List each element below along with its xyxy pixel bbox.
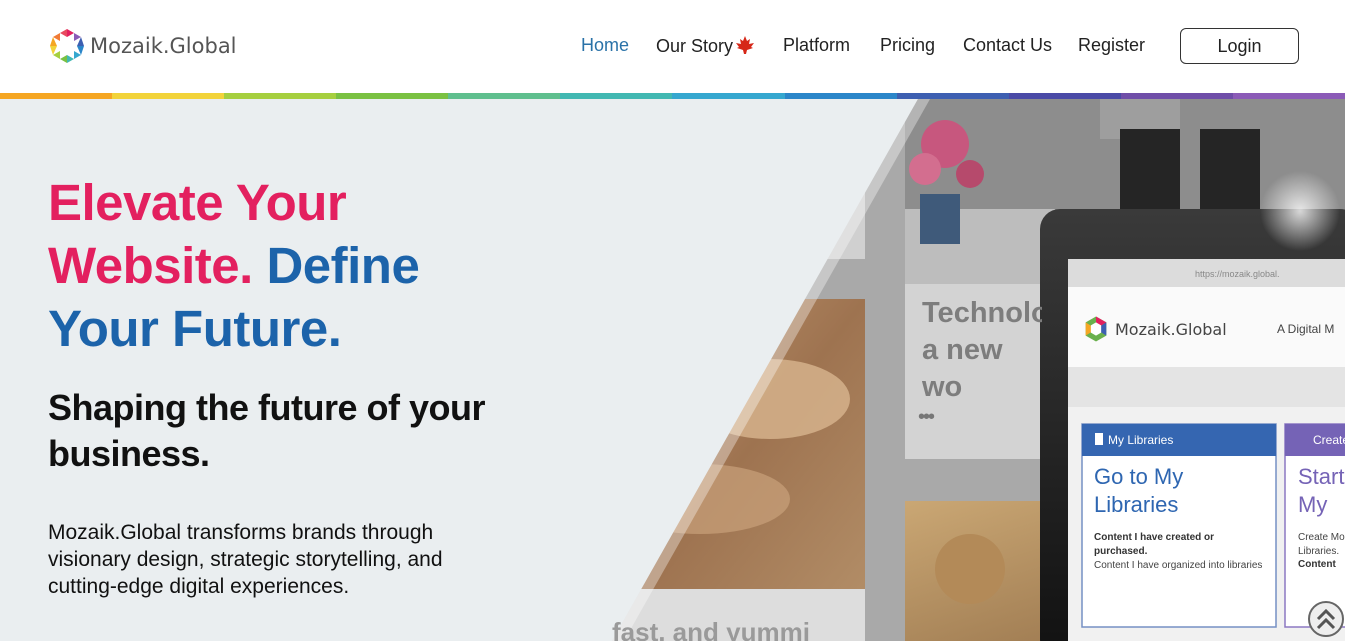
device-card1-title: Go to My Libraries — [1094, 464, 1184, 517]
site-logo[interactable]: Mozaik.Global — [48, 27, 237, 65]
nav-contact-us[interactable]: Contact Us — [963, 35, 1052, 56]
brand-name: Mozaik.Global — [90, 34, 237, 58]
hero-headline: Elevate Your Website. Define Your Future… — [48, 171, 508, 360]
device-card1-text: Content I have organized into libraries — [1094, 560, 1263, 571]
maple-leaf-icon — [736, 36, 755, 54]
device-card1-header: My Libraries — [1108, 433, 1174, 447]
background-caption: fast, and yummi — [612, 617, 810, 641]
background-more-dots: ••• — [918, 406, 935, 428]
device-brand-name: Mozaik.Global — [1115, 319, 1227, 339]
hero-description: Mozaik.Global transforms brands through … — [48, 521, 443, 598]
device-tagline: A Digital M — [1277, 322, 1335, 336]
nav-home[interactable]: Home — [581, 35, 629, 56]
scroll-to-top-button[interactable] — [1308, 601, 1344, 637]
device-url-bar: https://mozaik.global. — [1195, 269, 1280, 279]
mozaik-logo-icon — [50, 29, 84, 63]
nav-register[interactable]: Register — [1078, 35, 1145, 56]
nav-our-story[interactable]: Our Story — [656, 35, 755, 57]
device-card2-title: Start My C — [1298, 464, 1345, 517]
device-logo: Mozaik.Global — [1082, 315, 1227, 343]
login-button[interactable]: Login — [1180, 28, 1299, 64]
device-card2-header: Create — [1313, 433, 1345, 447]
hero-section: Technolo a new wo ••• fast, and yummi ht… — [0, 99, 1345, 641]
device-card2-text-bold: Content — [1298, 559, 1336, 570]
nav-our-story-label: Our Story — [656, 36, 734, 56]
hero-subheading: Shaping the future of your business. — [48, 387, 485, 474]
device-card1-text-bold: Content I have created or purchased. — [1094, 532, 1215, 557]
double-chevron-up-icon — [1316, 608, 1336, 630]
nav-pricing[interactable]: Pricing — [880, 35, 935, 56]
device-card2-text: Create Mo Libraries. — [1298, 532, 1345, 557]
nav-platform[interactable]: Platform — [783, 35, 850, 56]
device-logo-icon — [1085, 316, 1107, 342]
site-header: Mozaik.Global Home Our Story Platform Pr… — [0, 0, 1345, 93]
background-card-title: Technolo a new wo — [922, 297, 1042, 403]
